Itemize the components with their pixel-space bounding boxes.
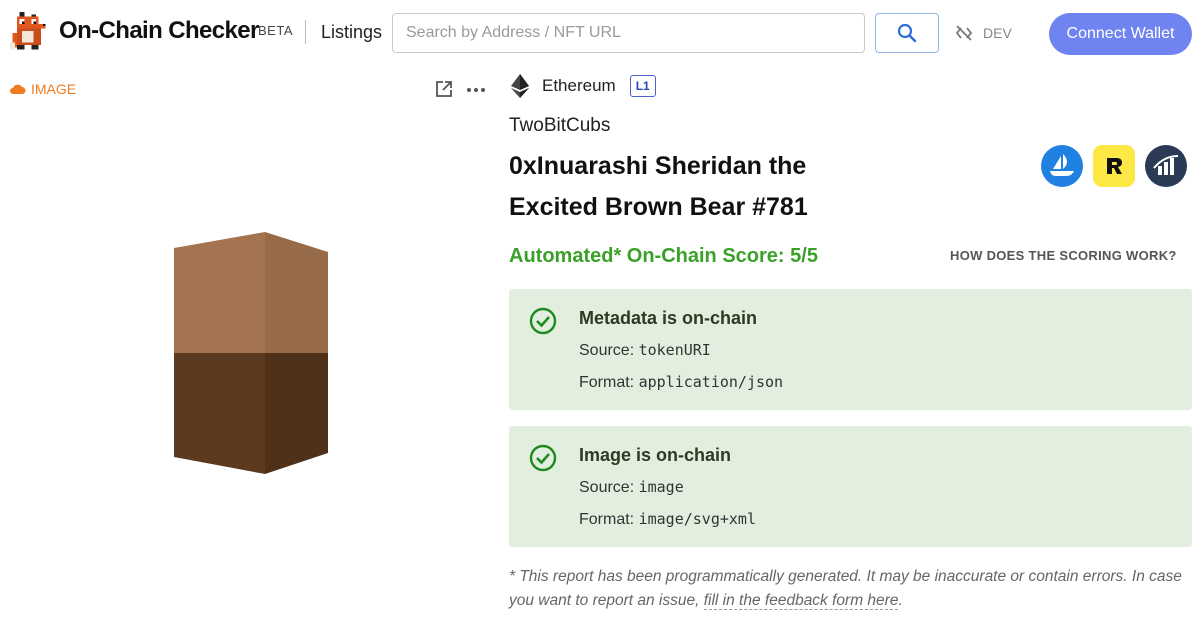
dev-label: DEV (983, 25, 1012, 41)
nft-image (174, 232, 328, 474)
beta-badge: BETA (258, 23, 293, 38)
check-circle-icon (529, 444, 557, 472)
check-source: Source: tokenURI (579, 341, 711, 360)
ethereum-icon (511, 74, 529, 98)
dev-toggle[interactable]: DEV (955, 24, 1012, 42)
code-off-icon (955, 25, 973, 41)
check-card-metadata: Metadata is on-chain Source: tokenURI Fo… (509, 289, 1192, 410)
source-value: image (638, 478, 684, 496)
nft-title: 0xInuarashi Sheridan the Excited Brown B… (509, 152, 808, 221)
chain-info: Ethereum L1 (510, 74, 656, 98)
collection-name[interactable]: TwoBitCubs (509, 115, 610, 137)
search-button[interactable] (875, 13, 939, 53)
disclaimer-end: . (898, 592, 903, 609)
fox-logo-icon[interactable] (10, 12, 48, 52)
check-title: Metadata is on-chain (579, 308, 758, 328)
chart-bars-icon (1153, 155, 1179, 175)
rarible-link[interactable] (1093, 145, 1135, 187)
search-icon (897, 23, 917, 43)
source-label: Source: (579, 479, 635, 496)
opensea-link[interactable] (1041, 145, 1083, 187)
search-input[interactable] (392, 13, 865, 53)
format-label: Format: (579, 374, 635, 391)
cloud-icon (10, 84, 26, 94)
rarible-icon (1107, 158, 1122, 174)
disclaimer: * This report has been programmatically … (509, 565, 1199, 613)
onchain-score: Automated* On-Chain Score: 5/5 (509, 245, 818, 267)
app-title[interactable]: On-Chain Checker (59, 17, 259, 45)
open-external-icon[interactable] (434, 79, 454, 99)
image-tag-label: IMAGE (31, 81, 77, 97)
check-card-image: Image is on-chain Source: image Format: … (509, 426, 1192, 547)
check-circle-icon (529, 307, 557, 335)
cube-top-right (265, 232, 328, 353)
check-format: Format: application/json (579, 373, 783, 392)
opensea-icon (1050, 154, 1074, 176)
feedback-form-link[interactable]: fill in the feedback form here (703, 592, 899, 610)
header-divider (305, 20, 306, 44)
scoring-help-link[interactable]: HOW DOES THE SCORING WORK? (950, 248, 1177, 263)
more-options-icon[interactable] (466, 80, 486, 100)
format-value: image/svg+xml (638, 510, 756, 528)
format-value: application/json (638, 373, 784, 391)
top-bar: On-Chain Checker BETA Listings DEV Conne… (0, 0, 1200, 66)
looksrare-link[interactable] (1145, 145, 1187, 187)
cube-bottom-right (265, 353, 328, 474)
check-format: Format: image/svg+xml (579, 510, 756, 529)
check-title: Image is on-chain (579, 445, 732, 465)
chain-name: Ethereum (542, 76, 616, 95)
cube-bottom-left (174, 353, 265, 474)
image-tag: IMAGE (9, 81, 76, 97)
connect-wallet-button[interactable]: Connect Wallet (1049, 13, 1192, 55)
check-source: Source: image (579, 478, 684, 497)
cube-top-left (174, 232, 265, 353)
source-value: tokenURI (638, 341, 711, 359)
source-label: Source: (579, 342, 635, 359)
layer-badge: L1 (629, 75, 656, 97)
format-label: Format: (579, 511, 635, 528)
nav-listings-link[interactable]: Listings (321, 22, 382, 43)
